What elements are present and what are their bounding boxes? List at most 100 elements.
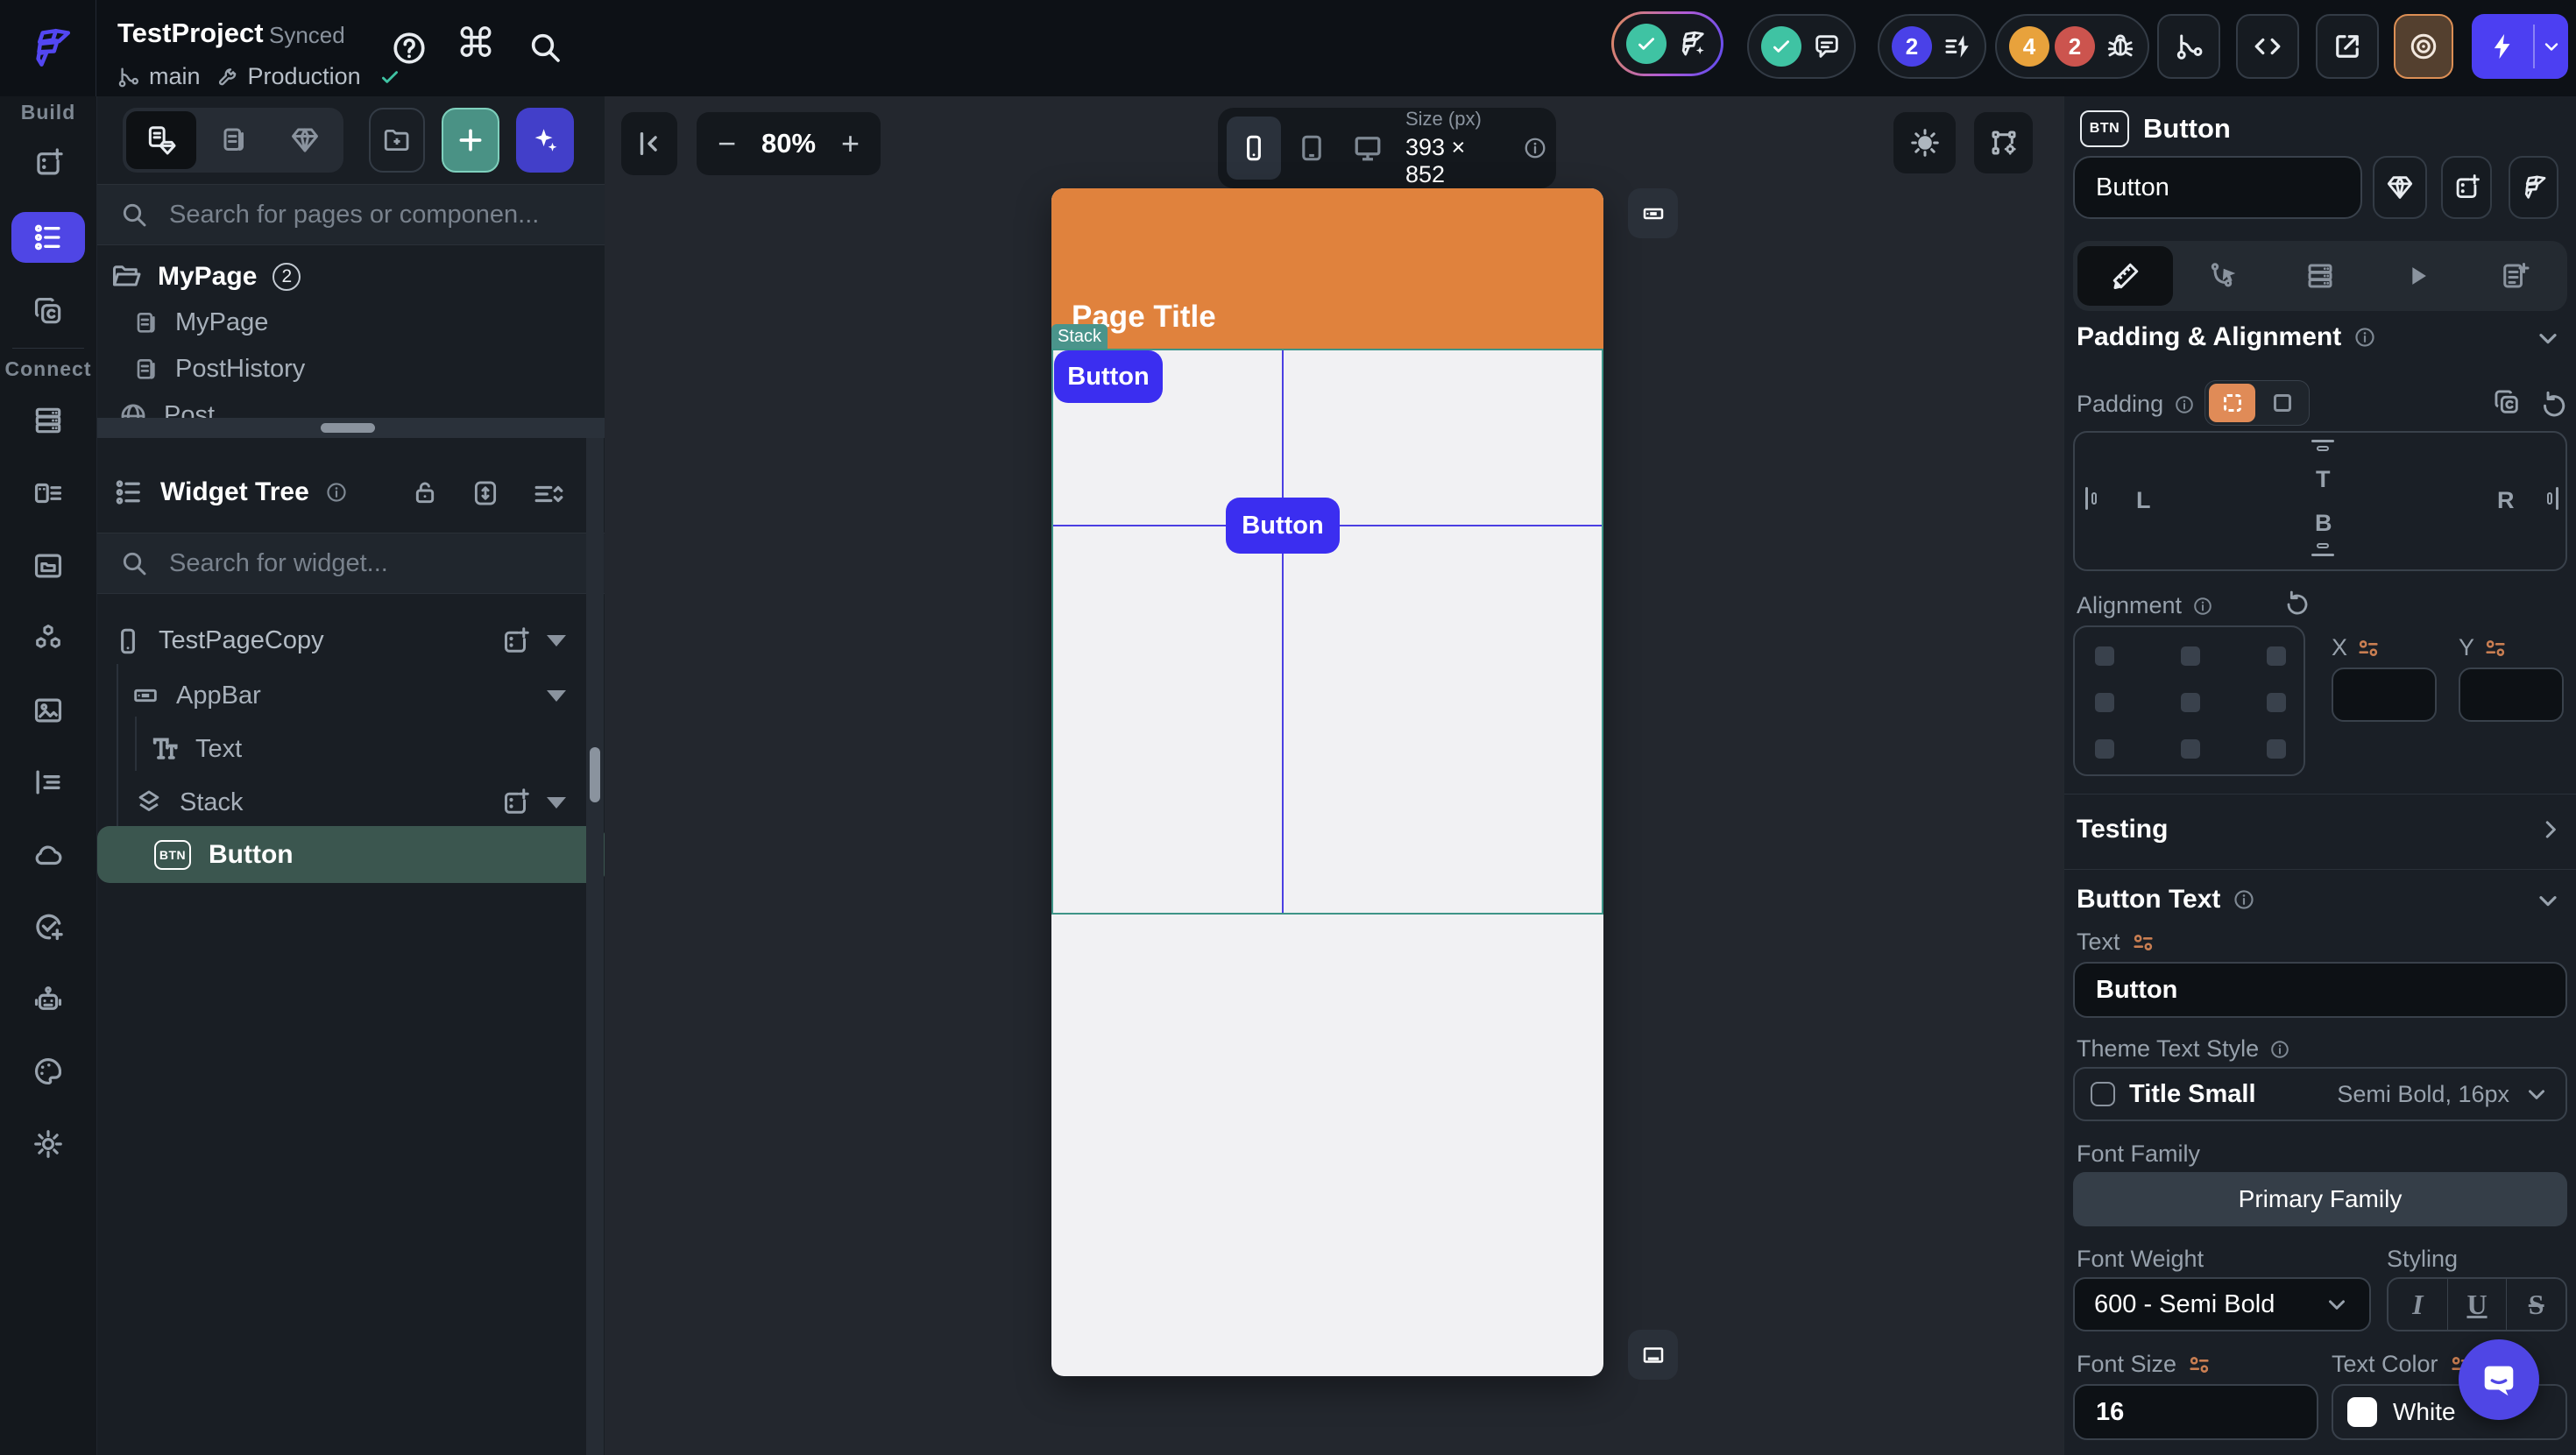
app-logo-icon[interactable]	[26, 24, 75, 73]
project-name[interactable]: TestProject	[117, 18, 264, 49]
pages-search-input[interactable]	[167, 200, 605, 230]
rail-item-automations[interactable]	[11, 757, 85, 808]
button-text-field[interactable]	[2073, 962, 2567, 1018]
filter-all-tab[interactable]	[126, 111, 196, 169]
align-x-input[interactable]	[2353, 680, 2416, 710]
tree-node-text[interactable]: Text	[150, 727, 591, 771]
padding-alignment-header[interactable]: Padding & Alignment	[2077, 322, 2376, 352]
zoom-out-button[interactable]: −	[718, 125, 736, 162]
padding-bottom-icon[interactable]	[2311, 554, 2334, 556]
section-chevron-icon[interactable]	[2534, 886, 2562, 915]
info-icon[interactable]	[2353, 326, 2376, 349]
rail-item-components[interactable]	[11, 286, 85, 336]
device-desktop-button[interactable]	[1342, 117, 1393, 180]
align-top-right[interactable]	[2267, 646, 2286, 666]
intercom-chat-button[interactable]	[2459, 1339, 2539, 1420]
tab-backend[interactable]	[2272, 246, 2367, 306]
command-menu-button[interactable]: ⌘	[456, 19, 496, 67]
run-bolt-icon[interactable]	[2472, 32, 2533, 61]
tree-node-appbar[interactable]: AppBar	[131, 675, 591, 717]
expand-tree-icon[interactable]	[471, 478, 500, 508]
tab-animations[interactable]	[2370, 246, 2466, 306]
testing-chevron-icon[interactable]	[2537, 816, 2564, 843]
rail-item-media-assets[interactable]	[11, 685, 85, 736]
rail-item-custom-files[interactable]	[11, 540, 85, 591]
rail-item-app-values[interactable]	[11, 468, 85, 519]
chevron-down-icon[interactable]	[547, 690, 566, 702]
stack-widget[interactable]: Button Button	[1051, 349, 1603, 915]
tree-scrollbar-track[interactable]	[586, 438, 604, 1455]
navbar-shortcut-button[interactable]	[1628, 1330, 1678, 1380]
zoom-level[interactable]: 80%	[761, 128, 816, 159]
font-weight-dropdown[interactable]: 600 - Semi Bold	[2073, 1277, 2371, 1331]
align-top-center[interactable]	[2181, 646, 2200, 666]
rail-item-page-selector[interactable]	[11, 212, 85, 263]
padding-mode-individual[interactable]	[2209, 384, 2255, 422]
font-size-field[interactable]	[2073, 1384, 2318, 1440]
set-from-variable-icon[interactable]	[2131, 930, 2155, 955]
theme-widget-button[interactable]	[2373, 156, 2427, 219]
underline-toggle[interactable]: U	[2448, 1279, 2507, 1330]
size-info-icon[interactable]	[1523, 136, 1547, 160]
resize-grip[interactable]	[321, 423, 375, 433]
device-tablet-button[interactable]	[1286, 117, 1337, 180]
widget-name-input[interactable]	[2094, 173, 2341, 203]
widget-name-field[interactable]	[2073, 156, 2362, 219]
padding-top-value[interactable]: T	[2316, 466, 2331, 493]
align-bottom-left[interactable]	[2095, 739, 2114, 759]
tab-properties[interactable]	[2077, 246, 2173, 306]
canvas-settings-button[interactable]	[1974, 112, 2033, 173]
info-icon[interactable]	[2233, 888, 2255, 911]
align-center-right[interactable]	[2267, 693, 2286, 712]
lock-icon[interactable]	[411, 478, 439, 506]
rail-item-cloud-functions[interactable]	[11, 830, 85, 880]
button-widget-selected[interactable]: Button	[1226, 498, 1340, 554]
testing-section-header[interactable]: Testing	[2077, 815, 2168, 844]
filter-components-tab[interactable]	[270, 111, 340, 169]
design-canvas[interactable]: − 80% + Size (px) 393 × 852 Page Title S…	[605, 96, 2063, 1455]
font-family-button[interactable]: Primary Family	[2073, 1172, 2567, 1226]
reset-padding-icon[interactable]	[2537, 387, 2567, 417]
padding-right-value[interactable]: R	[2497, 487, 2515, 514]
light-dark-toggle[interactable]	[1893, 112, 1956, 173]
convert-component-button[interactable]	[2441, 156, 2492, 219]
widget-search-input[interactable]	[167, 548, 605, 579]
font-size-input[interactable]	[2094, 1397, 2297, 1428]
device-phone-button[interactable]	[1227, 117, 1281, 180]
appbar-shortcut-button[interactable]	[1628, 188, 1678, 238]
page-folder-row[interactable]: MyPage 2	[110, 258, 301, 295]
copy-padding-icon[interactable]	[2492, 387, 2522, 417]
page-list-item[interactable]: Post	[118, 397, 215, 418]
info-icon[interactable]	[2192, 596, 2213, 617]
color-swatch[interactable]	[2347, 1397, 2377, 1427]
rail-item-tests[interactable]	[11, 901, 85, 952]
tab-actions[interactable]	[2175, 246, 2270, 306]
button-text-header[interactable]: Button Text	[2077, 885, 2255, 915]
preview-button[interactable]	[2394, 14, 2453, 79]
italic-toggle[interactable]: I	[2388, 1279, 2447, 1330]
run-split-button[interactable]	[2472, 14, 2568, 79]
info-icon[interactable]	[2269, 1039, 2290, 1060]
set-from-variable-icon[interactable]	[2483, 636, 2508, 660]
align-bottom-center[interactable]	[2181, 739, 2200, 759]
align-x-field[interactable]	[2332, 667, 2437, 722]
align-y-input[interactable]	[2480, 680, 2543, 710]
padding-mode-all[interactable]	[2259, 384, 2305, 422]
page-list-item[interactable]: PostHistory	[131, 350, 305, 388]
padding-bottom-value[interactable]: B	[2315, 510, 2332, 537]
padding-top-icon[interactable]	[2311, 440, 2334, 442]
align-bottom-right[interactable]	[2267, 739, 2286, 759]
tree-scrollbar-thumb[interactable]	[590, 747, 600, 802]
branch-name[interactable]: main	[149, 63, 201, 90]
view-code-button[interactable]	[2236, 14, 2299, 79]
tree-node-page[interactable]: TestPageCopy	[113, 618, 591, 664]
padding-left-icon[interactable]	[2085, 487, 2088, 510]
button-text-input[interactable]	[2094, 975, 2546, 1006]
appbar-widget[interactable]: Page Title	[1051, 188, 1603, 349]
button-widget-top[interactable]: Button	[1054, 350, 1163, 403]
phone-preview[interactable]: Page Title Stack Button Button	[1051, 188, 1603, 1376]
new-folder-button[interactable]	[369, 108, 425, 173]
share-button[interactable]	[2316, 14, 2379, 79]
section-chevron-icon[interactable]	[2534, 324, 2562, 352]
ff-docs-button[interactable]	[2509, 156, 2558, 219]
